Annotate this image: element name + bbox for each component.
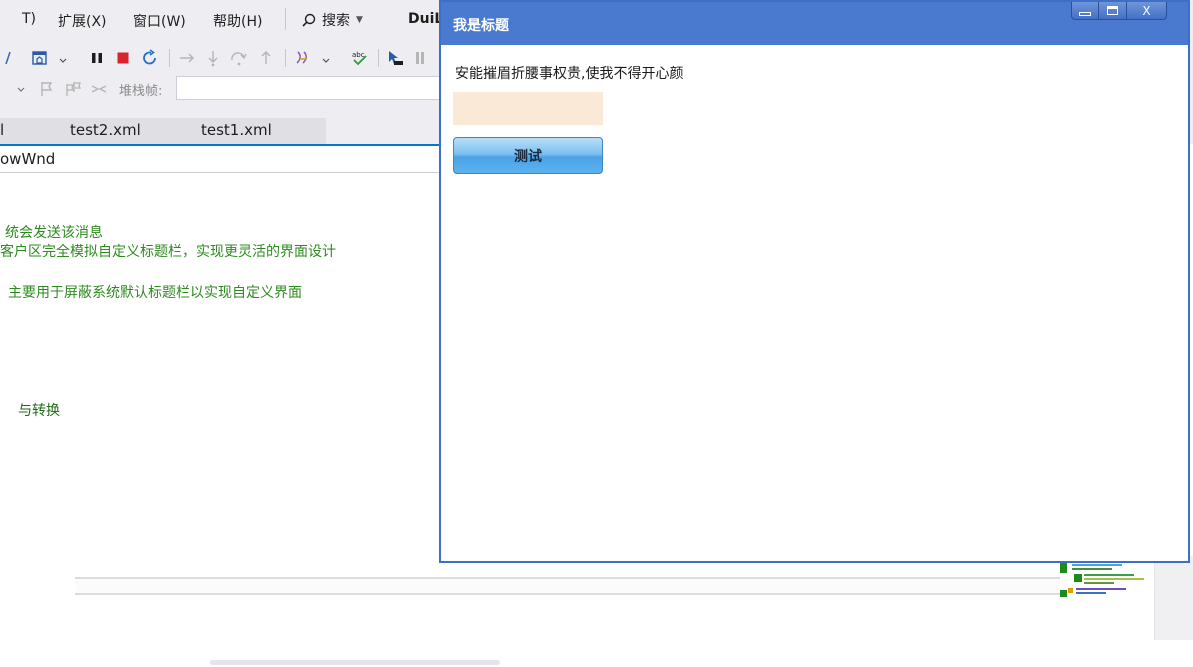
minimap-line [1084,574,1134,576]
minimap-line [1072,568,1112,570]
spellcheck-icon[interactable]: abc [351,49,369,67]
minimize-icon [1079,11,1091,16]
svg-text:abc: abc [352,51,365,59]
dialog-text-input[interactable] [453,92,603,125]
save-layout-icon[interactable] [31,49,49,67]
menu-item-extensions[interactable]: 扩展(X) [58,11,107,31]
menu-item-window[interactable]: 窗口(W) [133,11,186,31]
step-arrow-icon[interactable] [178,49,196,67]
search-box[interactable]: 搜索 ▼ [302,9,363,31]
stop-icon[interactable] [114,49,132,67]
tab-label: test2.xml [70,121,141,139]
dialog-title: 我是标题 [453,18,509,34]
chevron-down-icon[interactable] [58,49,68,67]
minimap-marker [1068,588,1073,593]
minimap-line [1084,578,1144,580]
tab-label: test1.xml [201,121,272,139]
code-comment-line: 与转换 [18,403,60,419]
code-comment-line: 统会发送该消息 [5,225,103,241]
chevron-down-icon[interactable] [15,80,27,98]
code-minimap[interactable] [1060,556,1155,640]
toolbar-separator [169,49,170,67]
vertical-scrollbar[interactable] [1155,556,1193,640]
minimap-line [1076,592,1106,594]
minimap-marker [1060,590,1067,597]
toolbar-separator [285,49,286,67]
pause-icon[interactable] [88,49,106,67]
chevron-down-icon[interactable] [321,49,331,67]
menu-item-help[interactable]: 帮助(H) [213,11,262,31]
tab-partial[interactable]: l [0,118,60,144]
minimap-line [1076,588,1126,590]
restart-icon[interactable] [141,49,159,67]
minimap-line [1072,564,1122,566]
output-panel-strip [75,577,1060,595]
menu-item-tools[interactable]: T) [22,11,36,27]
member-navigation-bar[interactable] [0,146,440,173]
stack-frame-label: 堆栈帧: [119,84,163,99]
minimap-line [1084,582,1114,584]
maximize-button[interactable] [1099,2,1127,20]
stack-frame-dropdown[interactable] [176,76,440,100]
test-button[interactable]: 测试 [453,137,603,174]
chevron-left-icon[interactable] [0,49,18,67]
horizontal-scrollbar[interactable] [210,660,500,665]
menu-separator [285,8,286,30]
dialog-title-bar[interactable]: 我是标题 X [441,2,1188,45]
search-label: 搜索 [322,13,350,29]
tab-test2-xml[interactable]: test2.xml [60,118,188,144]
toolbar-separator [378,49,379,67]
flag-icon[interactable] [38,80,56,98]
format-icon[interactable] [413,49,431,67]
code-comment-line: 客户区完全模拟自定义标题栏，实现更灵活的界面设计 [0,244,336,260]
chevron-down-icon: ▼ [356,15,363,25]
thread-flag-icon[interactable] [64,80,82,98]
tab-test1-xml[interactable]: test1.xml [188,118,326,144]
dialog-window: 我是标题 X 安能摧眉折腰事权贵,使我不得开心颜 测试 [439,0,1190,563]
maximize-icon [1107,6,1118,15]
tab-label: l [0,121,5,139]
minimap-marker [1074,574,1082,582]
step-out-icon[interactable] [257,49,275,67]
member-navigation-text: owWnd [0,150,56,168]
hot-reload-icon[interactable] [294,49,312,67]
step-into-icon[interactable] [204,49,222,67]
code-comment-line: 主要用于屏蔽系统默认标题栏以实现自定义界面 [8,285,302,301]
close-button[interactable]: X [1127,2,1167,20]
search-icon [302,13,316,27]
filter-icon[interactable] [90,80,108,98]
close-icon: X [1142,3,1151,18]
dialog-message: 安能摧眉折腰事权贵,使我不得开心颜 [455,66,684,82]
window-controls: X [1071,2,1167,20]
pointer-icon[interactable] [386,49,404,67]
step-over-icon[interactable] [230,49,248,67]
minimize-button[interactable] [1071,2,1099,20]
